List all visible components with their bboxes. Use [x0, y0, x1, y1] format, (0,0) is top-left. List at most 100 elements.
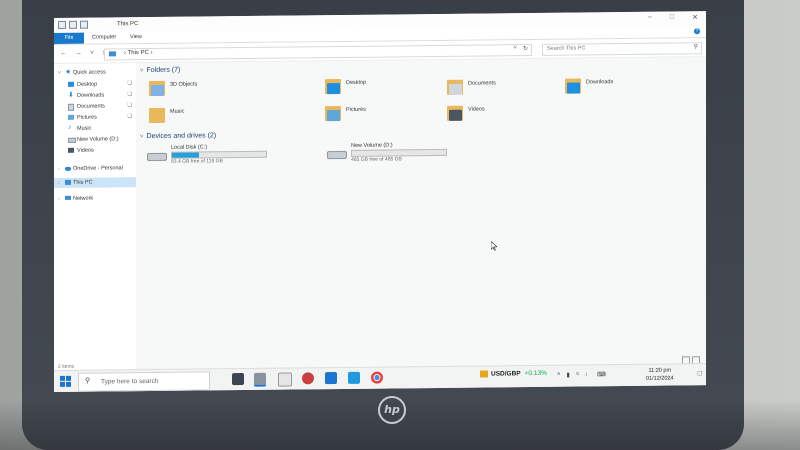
sidebar-item-label: Pictures — [77, 114, 97, 121]
search-icon: ⚲ — [85, 377, 91, 385]
folder-downloads[interactable]: Downloads — [564, 76, 674, 101]
hp-logo: hp — [378, 396, 406, 424]
mail-taskbar-icon[interactable] — [325, 372, 337, 385]
chevron-right-icon[interactable]: › — [58, 166, 64, 172]
currency-icon — [480, 370, 488, 378]
music-icon: ♪ — [68, 123, 72, 131]
sidebar-item-label: Music — [77, 125, 92, 132]
star-icon: ★ — [65, 68, 72, 76]
pin-icon[interactable]: ❏ — [128, 80, 132, 86]
battery-icon[interactable]: ▮ — [567, 372, 570, 379]
folder-3d-objects-icon — [148, 79, 166, 97]
file-explorer-taskbar-icon[interactable] — [254, 372, 266, 387]
content-pane: ˅ Folders (7) 3D Objects Desktop Document… — [140, 57, 706, 379]
folder-3d-objects[interactable]: 3D Objects — [148, 78, 258, 103]
system-tray: ˄ ▮ ≈ ♩ ⌨ — [557, 371, 606, 379]
address-bar[interactable]: › This PC › ˅ ↻ — [104, 43, 532, 61]
chrome-taskbar-icon[interactable] — [371, 371, 383, 384]
videos-icon — [68, 147, 74, 153]
back-arrow-icon[interactable]: ← — [60, 50, 67, 57]
breadcrumb-item[interactable]: This PC — [128, 50, 149, 56]
folder-desktop[interactable]: Desktop — [324, 76, 434, 101]
chevron-down-icon[interactable]: ˅ — [513, 45, 517, 51]
folder-videos[interactable]: Videos — [446, 103, 556, 128]
chevron-right-icon[interactable]: › — [58, 196, 64, 202]
sidebar-item-pictures[interactable]: Pictures ❏ — [54, 112, 136, 123]
sidebar-item-label: New Volume (D:) — [77, 136, 119, 143]
drive-d[interactable]: New Volume (D:) 465 GB free of 465 GB — [326, 142, 450, 163]
sidebar-item-music[interactable]: ♪ Music — [54, 123, 136, 134]
sidebar-item-label: This PC — [73, 179, 93, 186]
minimize-button[interactable]: – — [648, 14, 652, 22]
folder-music[interactable]: Music — [148, 105, 258, 130]
new-folder-icon[interactable] — [80, 20, 88, 29]
pin-icon[interactable]: ❏ — [128, 91, 132, 97]
sidebar-item-quick-access[interactable]: ˅ ★ Quick access — [54, 67, 136, 78]
chevron-down-icon[interactable]: ˅ — [58, 70, 64, 76]
currency-change: +0.13% — [524, 370, 547, 378]
folder-downloads-icon — [564, 76, 582, 94]
windows-drive-icon — [146, 147, 167, 162]
recent-chevron-icon[interactable]: ˅ — [90, 50, 94, 57]
keyboard-icon[interactable]: ⌨ — [597, 371, 606, 378]
taskbar-search-input[interactable]: Type here to search — [101, 378, 158, 386]
window-controls: – □ ✕ — [648, 13, 698, 22]
sidebar-item-onedrive[interactable]: › OneDrive - Personal — [54, 163, 136, 174]
save-icon[interactable] — [58, 20, 66, 29]
app-taskbar-icon[interactable] — [302, 372, 314, 385]
store-taskbar-icon[interactable] — [348, 371, 360, 384]
sidebar-item-videos[interactable]: Videos — [54, 145, 136, 156]
task-view-icon[interactable] — [232, 373, 244, 386]
sidebar-item-label: Quick access — [73, 69, 106, 76]
sidebar-item-desktop[interactable]: Desktop ❏ — [54, 79, 136, 90]
currency-widget[interactable]: USD/GBP +0.13% — [480, 370, 547, 378]
pin-icon[interactable]: ❏ — [128, 102, 132, 108]
chevron-right-icon[interactable]: › — [58, 180, 64, 186]
wifi-icon[interactable]: ≈ — [576, 372, 579, 379]
drive-label: New Volume (D:) — [351, 142, 393, 149]
windows-start-icon[interactable] — [60, 375, 72, 388]
folders-group-header[interactable]: ˅ Folders (7) — [140, 67, 180, 74]
folder-pictures[interactable]: Pictures — [324, 103, 434, 128]
sidebar-item-new-volume[interactable]: New Volume (D:) — [54, 134, 136, 145]
cloud-icon — [65, 166, 71, 171]
pc-icon — [65, 179, 71, 185]
search-box[interactable]: Search This PC ⚲ — [542, 42, 702, 56]
tab-computer[interactable]: Computer — [92, 34, 116, 40]
tab-view[interactable]: View — [130, 34, 142, 40]
taskbar-search-box[interactable]: ⚲ Type here to search — [78, 371, 210, 392]
refresh-icon[interactable]: ↻ — [523, 45, 528, 52]
notification-icon[interactable]: □ — [698, 370, 702, 377]
properties-icon[interactable] — [69, 20, 77, 29]
sidebar-item-label: Downloads — [77, 92, 105, 99]
sidebar-item-label: Desktop — [77, 81, 98, 88]
close-button[interactable]: ✕ — [692, 13, 698, 21]
forward-arrow-icon[interactable]: → — [75, 50, 82, 57]
volume-icon[interactable]: ♩ — [585, 371, 591, 378]
drive-c[interactable]: Local Disk (C:) 83.4 GB free of 118 GB — [146, 144, 270, 165]
tab-file[interactable]: File — [54, 32, 84, 44]
group-title: Devices and drives (2) — [146, 132, 217, 141]
sidebar-item-documents[interactable]: Documents ❏ — [54, 101, 136, 112]
desktop-icon — [68, 81, 74, 87]
folder-documents[interactable]: Documents — [446, 77, 556, 102]
clock[interactable]: 11:20 pm 01/12/2024 — [646, 367, 674, 383]
sidebar-item-network[interactable]: › Network — [54, 193, 136, 204]
drives-group-header[interactable]: ˅ Devices and drives (2) — [140, 132, 216, 140]
maximize-button[interactable]: □ — [670, 14, 674, 22]
chevron-down-icon[interactable]: ˅ — [140, 134, 144, 140]
sidebar-item-this-pc[interactable]: › This PC — [54, 177, 136, 188]
search-input[interactable]: Search This PC — [547, 45, 585, 51]
tray-chevron-icon[interactable]: ˄ — [557, 372, 561, 379]
pin-icon[interactable]: ❏ — [128, 113, 132, 119]
notepad-taskbar-icon[interactable] — [278, 372, 292, 387]
drive-free-space: 83.4 GB free of 118 GB — [171, 158, 223, 165]
search-icon: ⚲ — [693, 44, 698, 51]
folder-label: Desktop — [346, 79, 367, 86]
sidebar-item-downloads[interactable]: ⬇ Downloads ❏ — [54, 90, 136, 101]
help-icon[interactable]: ? — [694, 28, 700, 35]
folder-label: 3D Objects — [170, 81, 198, 88]
drive-usage-fill — [172, 152, 200, 158]
chevron-down-icon[interactable]: ˅ — [140, 68, 144, 74]
folder-videos-icon — [446, 104, 464, 122]
